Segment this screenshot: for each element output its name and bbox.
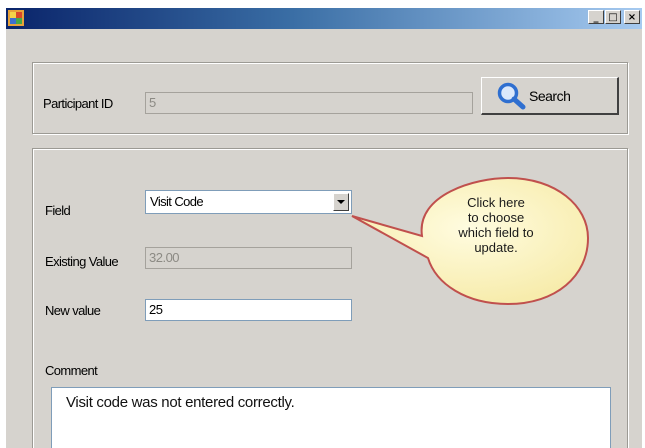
new-value-label: New value (45, 303, 101, 318)
participant-id-label: Participant ID (43, 96, 113, 111)
existing-value-field: 32.00 (145, 247, 352, 269)
close-icon[interactable]: × (624, 10, 640, 24)
new-value-input[interactable]: 25 (145, 299, 352, 321)
title-bar[interactable]: _ □ × (6, 8, 642, 29)
field-select-value: Visit Code (150, 194, 204, 209)
field-label: Field (45, 203, 71, 218)
callout-line: update. (474, 240, 518, 255)
callout-line: Click here (467, 195, 525, 210)
existing-value-label: Existing Value (45, 254, 119, 269)
callout-text: Click here to choose which field to upda… (411, 195, 581, 255)
search-icon (497, 82, 526, 110)
search-button[interactable]: Search (481, 77, 619, 115)
maximize-icon[interactable]: □ (605, 10, 621, 24)
callout-line: to choose (467, 210, 525, 225)
comment-textarea[interactable]: Visit code was not entered correctly. (51, 387, 611, 448)
comment-label: Comment (45, 363, 98, 378)
participant-id-field: 5 (145, 92, 473, 114)
minimize-icon[interactable]: _ (588, 10, 604, 24)
window-controls: _ □ × (588, 10, 640, 24)
app-window: _ □ × Participant ID 5 Search Field Visi… (6, 8, 642, 448)
field-select[interactable]: Visit Code (145, 190, 352, 214)
app-icon (8, 10, 24, 26)
search-button-label: Search (529, 88, 571, 104)
callout-line: which field to (458, 225, 534, 240)
